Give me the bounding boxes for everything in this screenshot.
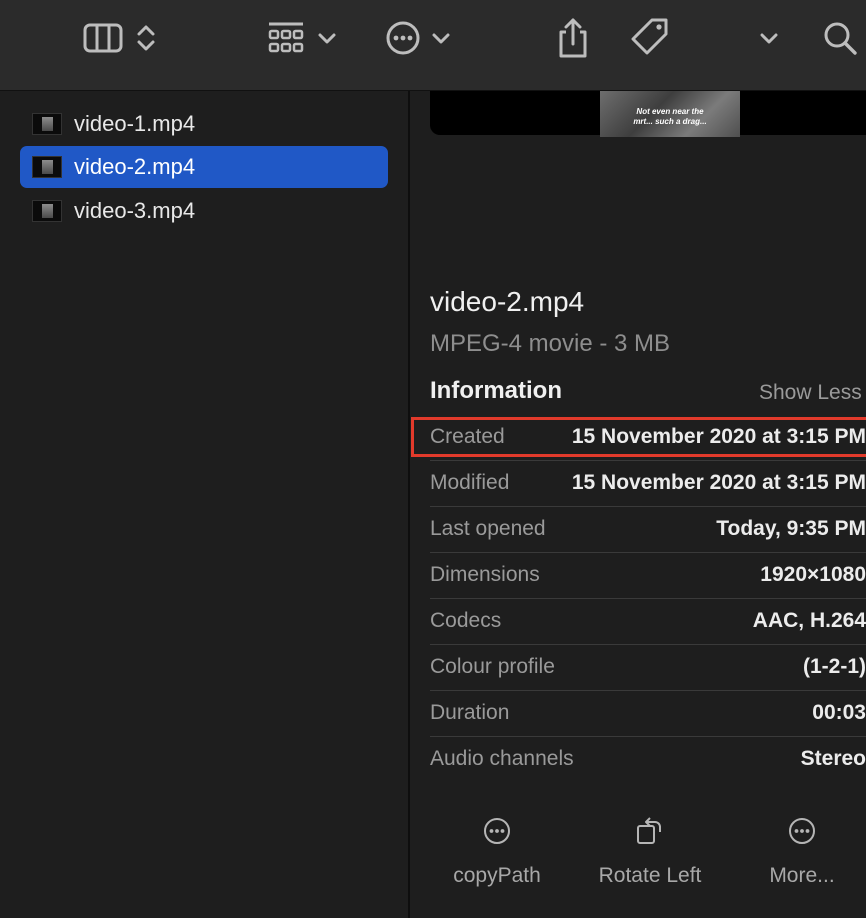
preview-pane: Not even near the mrt... such a drag... v… — [410, 91, 866, 918]
info-row-dimensions: Dimensions 1920×1080 — [430, 553, 866, 599]
sort-chevrons-icon[interactable] — [134, 14, 158, 62]
info-row-audio-channels: Audio channels Stereo — [430, 737, 866, 783]
file-kind-size: MPEG-4 movie - 3 MB — [430, 330, 671, 357]
file-name: video-2.mp4 — [74, 154, 196, 179]
file-item-video-1[interactable]: video-1.mp4 — [20, 103, 388, 145]
action-label: copyPath — [453, 864, 541, 887]
file-name: video-3.mp4 — [74, 198, 196, 223]
video-thumbnail-icon — [32, 113, 62, 135]
info-value: 15 November 2020 at 3:15 PM — [571, 471, 866, 494]
video-caption: Not even near the mrt... such a drag... — [633, 107, 707, 126]
more-action-button[interactable]: More... — [742, 816, 862, 888]
more-circle-icon — [484, 818, 510, 844]
info-key: Modified — [430, 471, 510, 494]
info-row-colour-profile: Colour profile (1-2-1) — [430, 645, 866, 691]
toolbar — [0, 0, 866, 91]
info-value: 00:03 — [812, 701, 866, 724]
info-key: Audio channels — [430, 747, 574, 770]
more-circle-icon — [789, 818, 815, 844]
info-row-codecs: Codecs AAC, H.264 — [430, 599, 866, 645]
info-key: Colour profile — [430, 655, 555, 678]
rotate-left-icon — [637, 817, 661, 844]
info-key: Duration — [430, 701, 510, 724]
copypath-action-button[interactable]: copyPath — [437, 816, 557, 888]
info-value: Stereo — [800, 747, 866, 770]
file-title: video-2.mp4 — [430, 286, 585, 317]
file-name: video-1.mp4 — [74, 111, 196, 136]
toolbar-chevron-down-icon[interactable] — [758, 14, 780, 62]
show-less-button[interactable]: Show Less — [759, 381, 862, 405]
info-value: 1920×1080 — [760, 563, 866, 586]
group-chevron-down-icon[interactable] — [316, 14, 338, 62]
group-grid-icon[interactable] — [266, 14, 306, 62]
info-key: Codecs — [430, 609, 502, 632]
info-row-last-opened: Last opened Today, 9:35 PM — [430, 507, 866, 553]
file-item-video-3[interactable]: video-3.mp4 — [20, 190, 388, 232]
info-value: AAC, H.264 — [752, 609, 866, 632]
video-thumbnail-icon — [32, 200, 62, 222]
tag-icon[interactable] — [628, 14, 672, 62]
video-frame: Not even near the mrt... such a drag... — [600, 91, 740, 137]
video-thumbnail-icon — [32, 156, 62, 178]
info-value: (1-2-1) — [802, 655, 866, 678]
video-preview[interactable]: Not even near the mrt... such a drag... — [430, 91, 866, 137]
info-value: Today, 9:35 PM — [716, 517, 866, 540]
info-row-modified: Modified 15 November 2020 at 3:15 PM — [430, 461, 866, 507]
info-key: Last opened — [430, 517, 546, 540]
file-list: video-1.mp4 video-2.mp4 video-3.mp4 — [0, 91, 408, 918]
search-icon[interactable] — [820, 14, 860, 62]
columns-view-icon[interactable] — [82, 14, 124, 62]
info-row-duration: Duration 00:03 — [430, 691, 866, 737]
information-heading: Information — [430, 377, 562, 404]
created-highlight-box — [411, 417, 866, 457]
action-label: Rotate Left — [598, 864, 702, 887]
file-item-video-2[interactable]: video-2.mp4 — [20, 146, 388, 188]
action-label: More... — [769, 864, 835, 887]
action-chevron-down-icon[interactable] — [430, 14, 452, 62]
rotate-left-action-button[interactable]: Rotate Left — [590, 816, 710, 888]
more-circle-icon[interactable] — [384, 14, 422, 62]
info-key: Dimensions — [430, 563, 540, 586]
share-icon[interactable] — [554, 14, 592, 62]
